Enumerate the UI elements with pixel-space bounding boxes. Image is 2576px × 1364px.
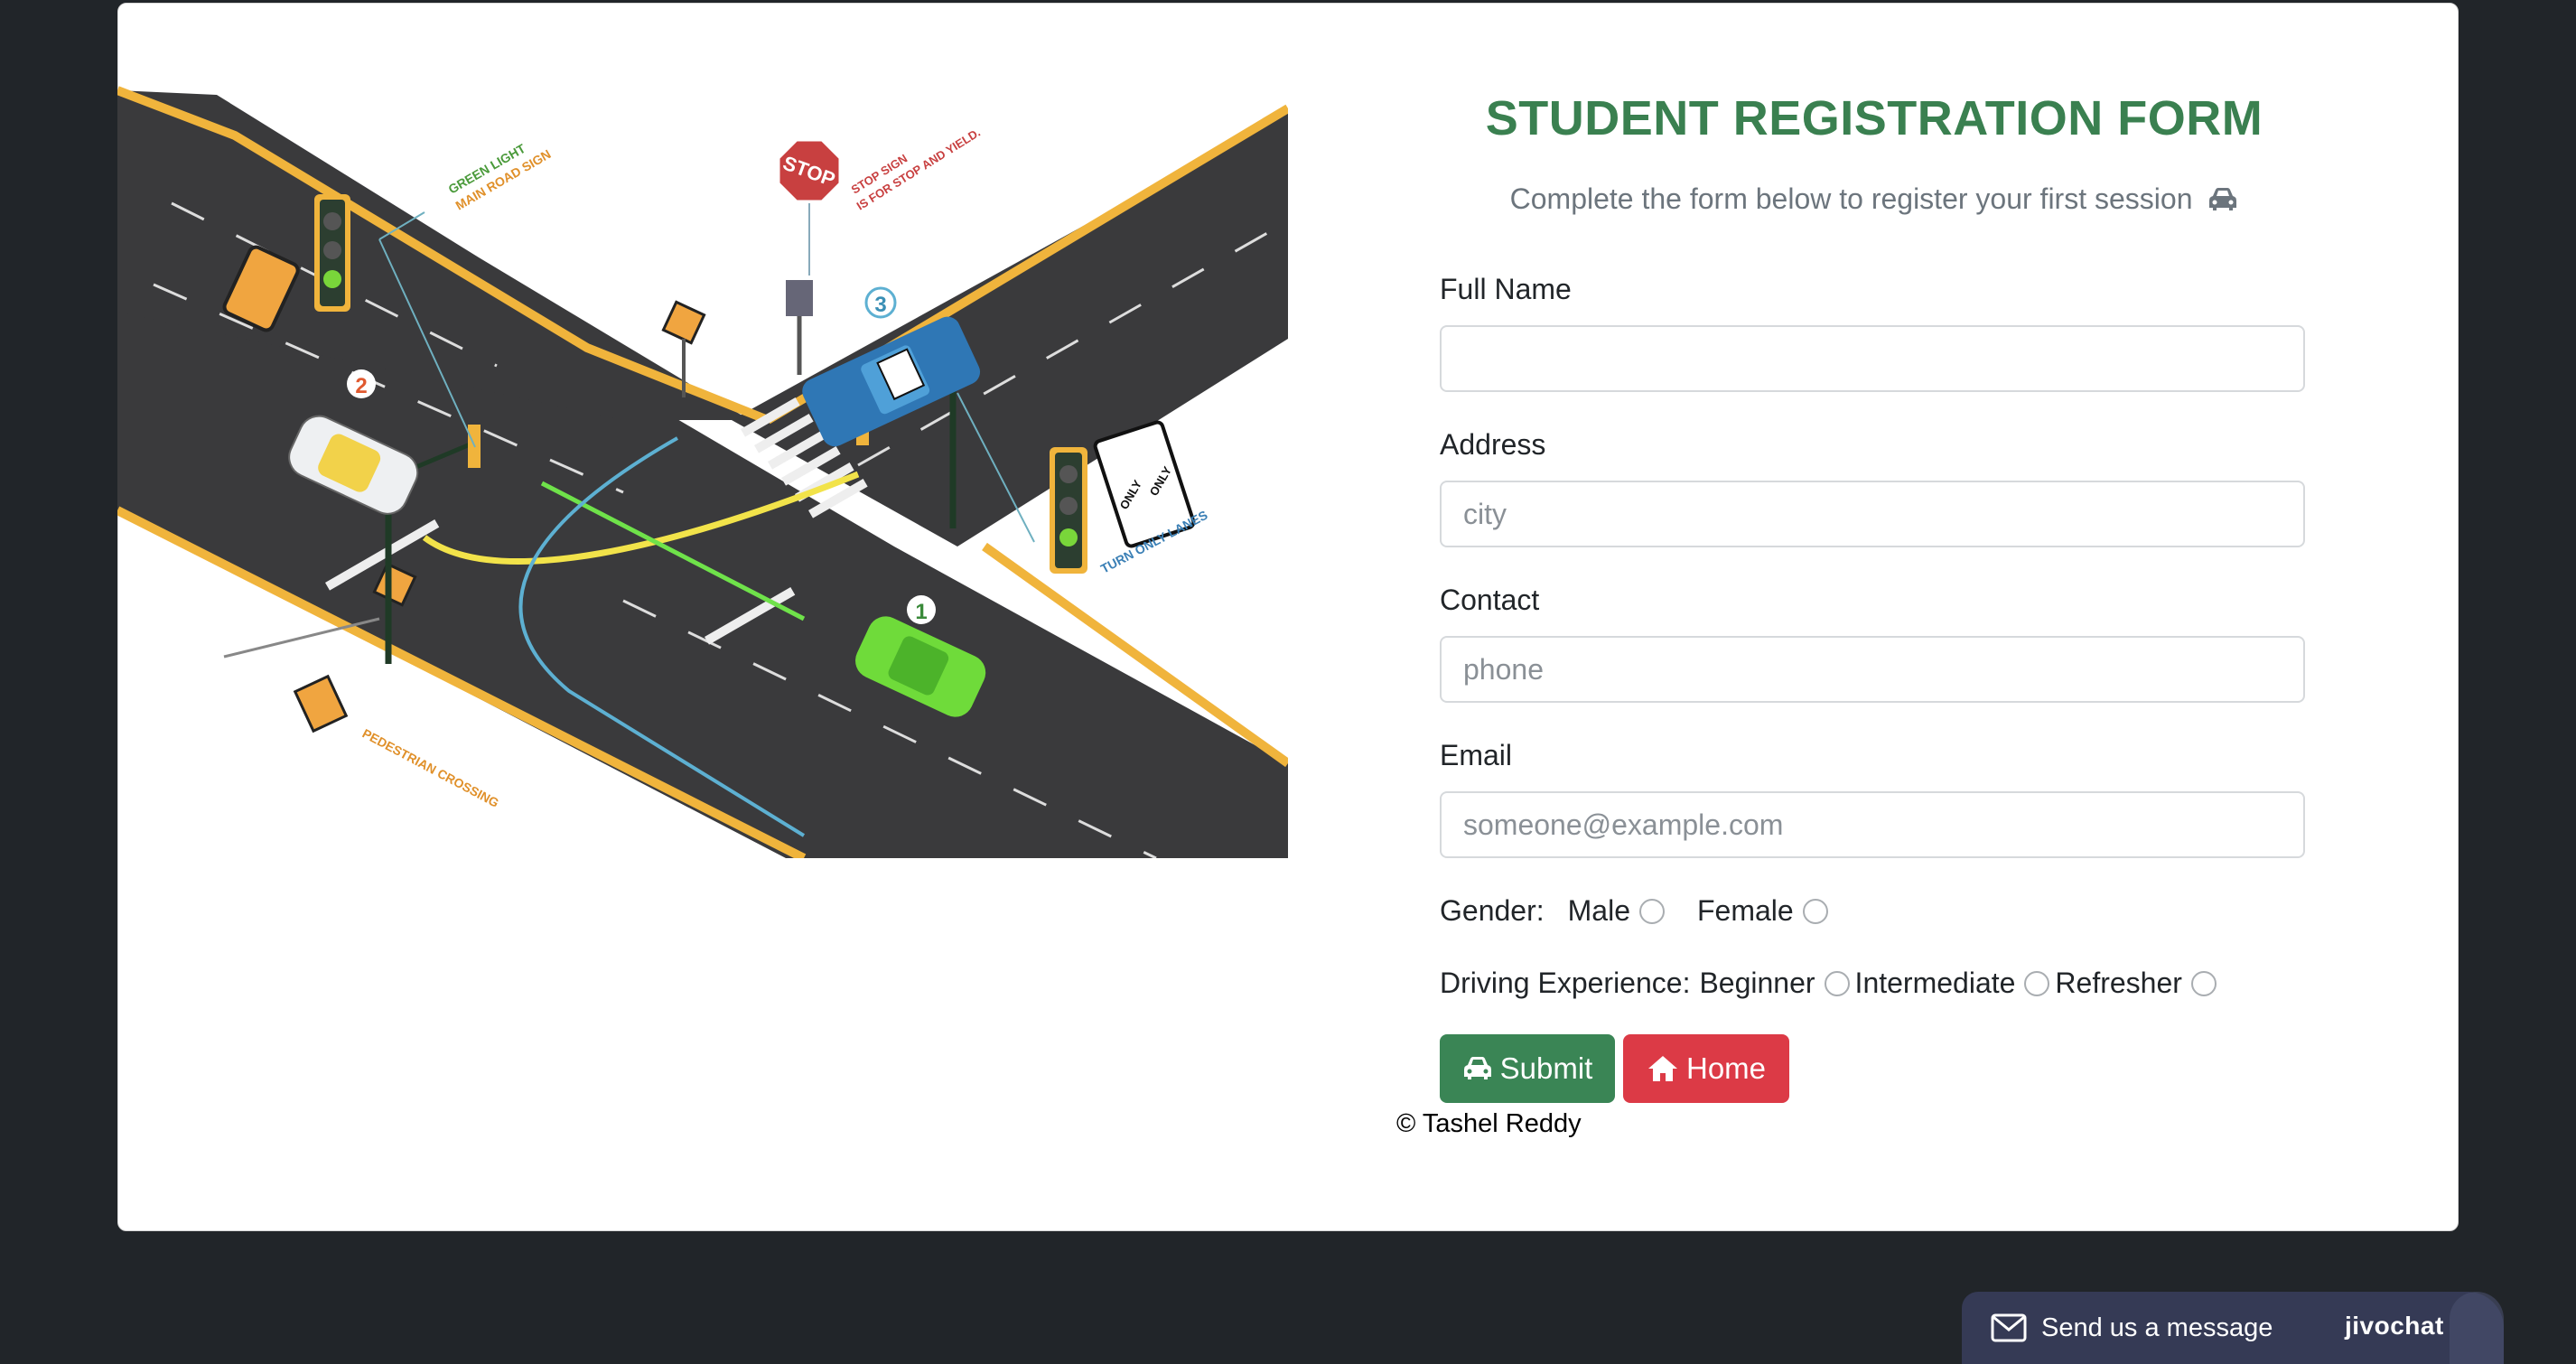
address-input[interactable] [1440, 481, 2305, 547]
experience-row: Driving Experience: Beginner Intermediat… [1440, 967, 2235, 1000]
contact-input[interactable] [1440, 636, 2305, 703]
submit-label: Submit [1499, 1051, 1593, 1085]
home-icon [1647, 1056, 1677, 1081]
experience-beginner-label: Beginner [1699, 967, 1815, 999]
full-name-label: Full Name [1440, 273, 1572, 305]
form-title: STUDENT REGISTRATION FORM [1485, 91, 2263, 145]
experience-label: Driving Experience: [1440, 967, 1691, 999]
home-label: Home [1685, 1051, 1767, 1085]
car-icon [2207, 186, 2238, 220]
home-button[interactable]: Home [1623, 1034, 1789, 1103]
footer-copyright: © Tashel Reddy [1396, 1109, 1582, 1138]
gender-male-radio[interactable] [1638, 898, 1665, 924]
experience-intermediate-radio[interactable] [2024, 970, 2050, 996]
gender-male-label: Male [1567, 894, 1630, 927]
road-intersection-illustration: STOP ONLY ONLY 2 3 1 GREEN LIGHT MAIN RO… [117, 86, 1288, 858]
label-pedestrian: PEDESTRIAN CROSSING [360, 726, 502, 810]
gender-label: Gender: [1440, 894, 1545, 927]
experience-beginner-radio[interactable] [1824, 970, 1850, 996]
experience-refresher-label: Refresher [2055, 967, 2182, 999]
gender-row: Gender: Male Female [1440, 894, 1846, 928]
chat-widget-corner [2450, 1292, 2504, 1364]
experience-refresher-radio[interactable] [2190, 970, 2217, 996]
experience-intermediate-label: Intermediate [1854, 967, 2016, 999]
chat-widget[interactable]: Send us a message jivochat [1962, 1292, 2504, 1364]
car-icon [1463, 1057, 1491, 1079]
email-label: Email [1440, 739, 1513, 771]
chat-brand-logo: jivochat [2345, 1312, 2444, 1340]
chat-message-label: Send us a message [2041, 1313, 2273, 1342]
marker-2: 2 [355, 374, 367, 398]
contact-label: Contact [1440, 584, 1540, 616]
marker-1: 1 [915, 600, 927, 624]
form-subtitle-text: Complete the form below to register your… [1509, 182, 2193, 215]
email-input[interactable] [1440, 791, 2305, 858]
submit-button[interactable]: Submit [1440, 1034, 1615, 1103]
address-label: Address [1440, 428, 1546, 461]
mail-icon [1991, 1313, 2027, 1342]
gender-female-label: Female [1696, 894, 1794, 927]
gender-female-radio[interactable] [1802, 898, 1828, 924]
full-name-input[interactable] [1440, 325, 2305, 392]
form-subtitle: Complete the form below to register your… [1337, 182, 2412, 220]
marker-3: 3 [874, 293, 886, 317]
